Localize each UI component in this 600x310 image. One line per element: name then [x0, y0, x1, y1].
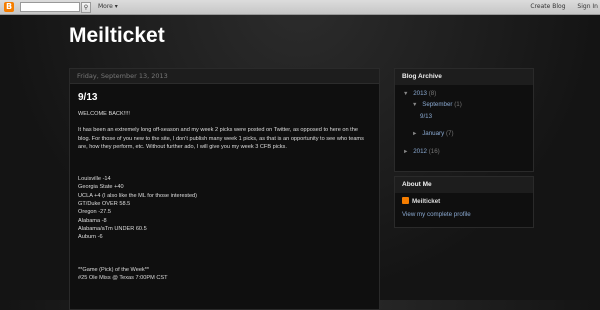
expanded-triangle-icon[interactable]: ▼: [403, 91, 408, 97]
post-column: Friday, September 13, 2013 9/13 WELCOME …: [69, 68, 380, 310]
archive-month-january[interactable]: ► January (7): [412, 130, 454, 138]
collapsed-triangle-icon[interactable]: ►: [403, 149, 408, 155]
expanded-triangle-icon[interactable]: ▼: [412, 102, 417, 108]
pick-item: Alabama/aTm UNDER 60.5: [78, 225, 147, 232]
archive-year-2013[interactable]: ▼ 2013 (8): [403, 90, 436, 98]
post-date: Friday, September 13, 2013: [70, 69, 379, 84]
more-menu[interactable]: More ▾: [98, 2, 118, 12]
post-title[interactable]: 9/13: [78, 92, 379, 103]
blog-title[interactable]: Meilticket: [69, 24, 165, 48]
game-of-week-heading: **Game (Pick) of the Week**: [78, 266, 150, 273]
pick-item: GT/Duke OVER 58.5: [78, 201, 131, 208]
profile-name[interactable]: Meilticket: [402, 197, 440, 205]
profile-name-label[interactable]: Meilticket: [412, 198, 440, 205]
about-me-header: About Me: [395, 177, 533, 193]
collapsed-triangle-icon[interactable]: ►: [412, 131, 417, 137]
view-profile-link[interactable]: View my complete profile: [402, 211, 471, 218]
archive-post-item[interactable]: 9/13: [420, 113, 432, 121]
archive-year-count: (8): [428, 90, 437, 97]
blogger-navbar: B ⚲ More ▾ Create Blog Sign In: [0, 0, 600, 15]
blogger-logo-icon[interactable]: B: [4, 2, 14, 12]
game-of-week-line: #25 Ole Miss @ Texas 7:00PM CST: [78, 274, 168, 281]
archive-year-label[interactable]: 2012: [413, 148, 427, 155]
create-blog-link[interactable]: Create Blog: [530, 3, 565, 10]
navbar-right: Create Blog Sign In: [520, 2, 598, 12]
post-body: WELCOME BACK!!!! It has been an extremel…: [70, 103, 379, 282]
archive-year-label[interactable]: 2013: [413, 90, 427, 97]
archive-month-count: (1): [454, 101, 462, 108]
archive-year-count: (16): [428, 148, 440, 155]
about-me-widget: About Me Meilticket View my complete pro…: [394, 176, 534, 228]
archive-year-2012[interactable]: ► 2012 (16): [403, 148, 440, 156]
pick-item: Georgia State +40: [78, 184, 124, 191]
archive-post-link[interactable]: 9/13: [420, 113, 432, 120]
sign-in-link[interactable]: Sign In: [577, 3, 598, 10]
blog-archive-header: Blog Archive: [395, 69, 533, 85]
search-icon: ⚲: [83, 4, 89, 11]
blogger-profile-icon: [402, 197, 409, 204]
search-button[interactable]: ⚲: [81, 2, 91, 13]
post-paragraph: It has been an extremely long off-season…: [78, 127, 364, 150]
archive-month-label[interactable]: January: [422, 130, 444, 137]
pick-item: Alabama -8: [78, 217, 107, 224]
pick-item: Louisville -14: [78, 176, 111, 183]
search-input[interactable]: [20, 2, 80, 12]
pick-item: Oregon -27.5: [78, 209, 111, 216]
pick-item: UCLA +4 (I also like the ML for those in…: [78, 192, 198, 199]
archive-month-september[interactable]: ▼ September (1): [412, 101, 462, 109]
archive-month-count: (7): [445, 130, 454, 137]
pick-item: Auburn -6: [78, 234, 103, 241]
blog-archive-widget: Blog Archive ▼ 2013 (8) ▼ September (1) …: [394, 68, 534, 172]
archive-month-label[interactable]: September: [422, 101, 452, 108]
post-intro: WELCOME BACK!!!!: [78, 111, 130, 117]
